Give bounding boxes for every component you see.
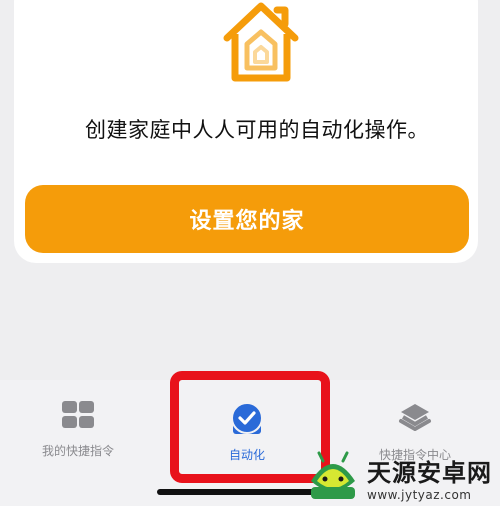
android-logo-icon [311, 451, 355, 499]
watermark: 天源安卓网 www.jytyaz.com [303, 448, 500, 506]
home-icon [223, 2, 299, 82]
setup-home-button[interactable]: 设置您的家 [25, 185, 469, 253]
layers-icon [399, 404, 431, 431]
card-subtitle: 创建家庭中人人可用的自动化操作。 [85, 118, 429, 142]
tab-my-shortcuts[interactable]: 我的快捷指令 [0, 400, 163, 459]
grid-icon [62, 401, 94, 428]
watermark-title: 天源安卓网 [367, 458, 492, 487]
watermark-url: www.jytyaz.com [367, 487, 472, 502]
tab-label: 我的快捷指令 [41, 444, 114, 458]
